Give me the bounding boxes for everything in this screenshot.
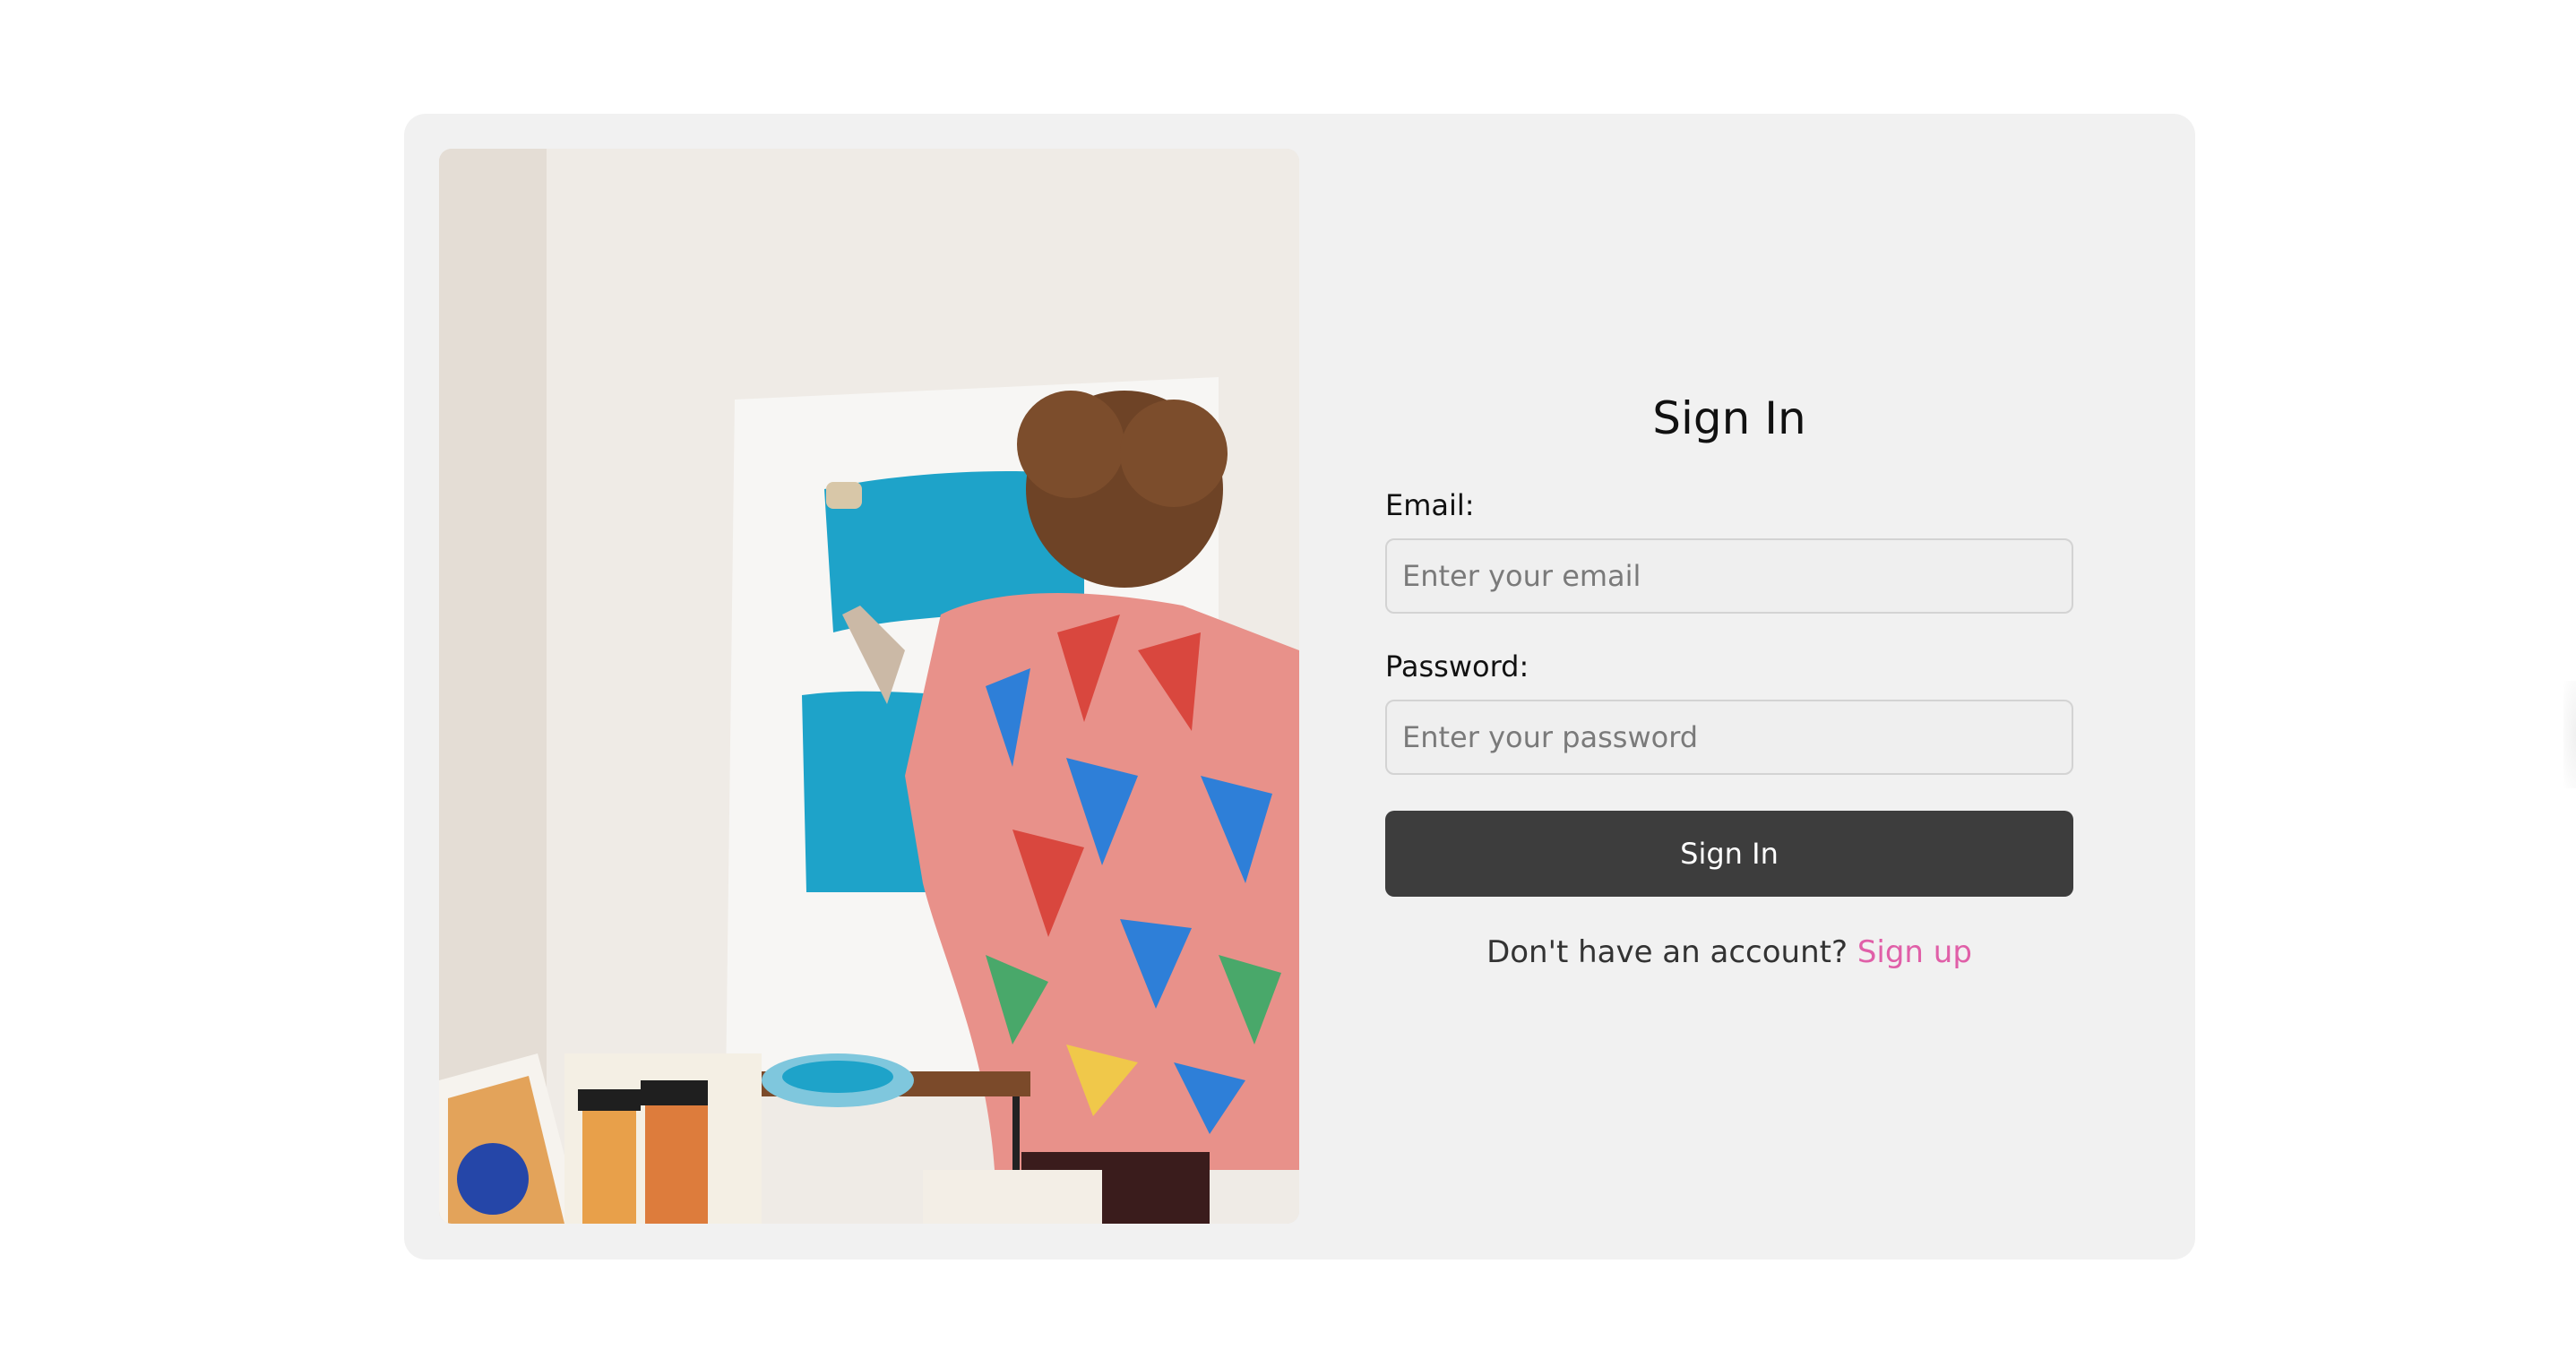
- sign-in-form: Sign In Email: Password: Sign In Don't h…: [1385, 114, 2073, 1260]
- email-field[interactable]: [1385, 538, 2073, 614]
- signup-link[interactable]: Sign up: [1857, 934, 1972, 970]
- edge-shadow-decoration: [2563, 681, 2576, 788]
- page-title: Sign In: [1652, 392, 1806, 444]
- email-label: Email:: [1385, 488, 1475, 522]
- sign-in-page: Sign In Email: Password: Sign In Don't h…: [0, 0, 2576, 1367]
- artist-painting-illustration: [439, 149, 1299, 1224]
- signup-prompt-text: Don't have an account?: [1486, 934, 1857, 970]
- artist-painting-image: [439, 149, 1299, 1224]
- password-field[interactable]: [1385, 700, 2073, 775]
- sign-in-button[interactable]: Sign In: [1385, 811, 2073, 897]
- password-label: Password:: [1385, 649, 1529, 684]
- signup-prompt-line: Don't have an account? Sign up: [1385, 934, 2073, 970]
- sign-in-card: Sign In Email: Password: Sign In Don't h…: [404, 114, 2195, 1260]
